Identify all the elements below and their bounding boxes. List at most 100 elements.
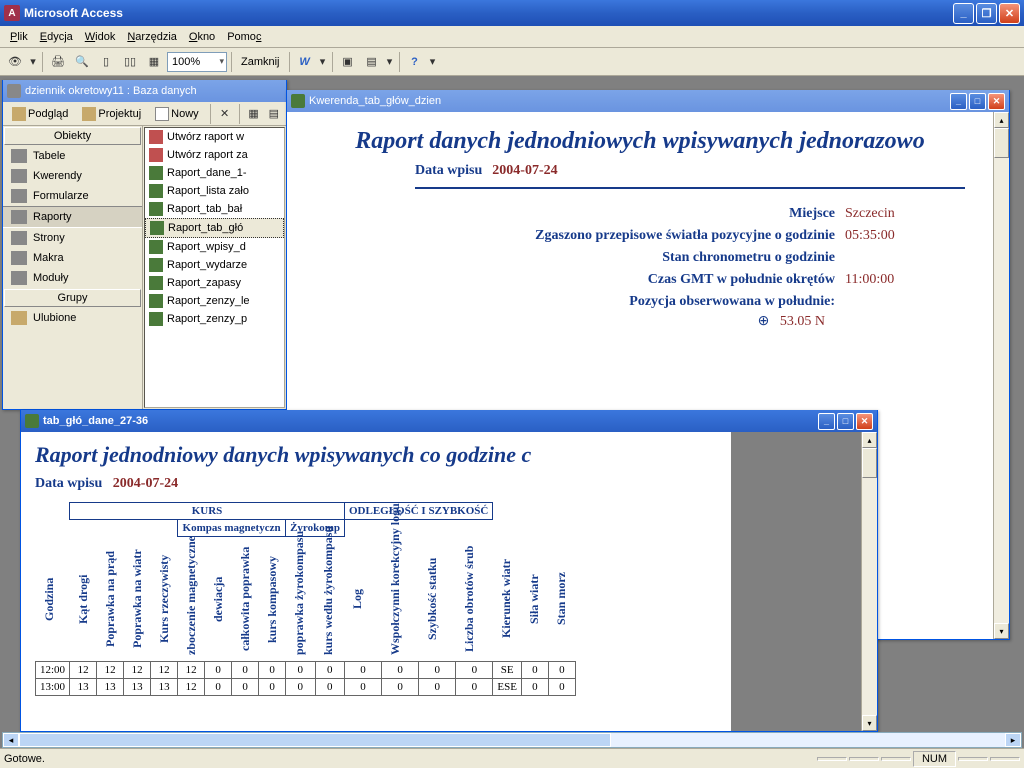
report-icon	[149, 240, 163, 254]
status-cell	[990, 757, 1020, 761]
view-button[interactable]: 👁	[4, 51, 26, 73]
table-cell: 0	[232, 662, 259, 679]
report-icon	[149, 184, 163, 198]
list-item[interactable]: Raport_zapasy	[145, 274, 284, 292]
menu-pomoc[interactable]: Pomoc	[221, 29, 267, 45]
small-icons-button[interactable]: ▤	[266, 103, 282, 125]
column-header: Siła wiatr	[525, 539, 544, 659]
sidebar-item-strony[interactable]: Strony	[3, 228, 142, 248]
list-item[interactable]: Raport_tab_głó	[145, 218, 284, 238]
report2-close-button[interactable]: ✕	[856, 413, 873, 430]
list-item[interactable]: Raport_lista zało	[145, 182, 284, 200]
table-cell: 0	[521, 679, 548, 696]
zoom-tool-button[interactable]: 🔍	[71, 51, 93, 73]
restore-button[interactable]: ❐	[976, 3, 997, 24]
report1-titlebar[interactable]: Kwerenda_tab_głów_dzien _ □ ✕	[287, 90, 1009, 112]
scroll-up-icon[interactable]: ▴	[862, 432, 877, 448]
table-cell: 12	[151, 662, 178, 679]
sidebar-item-formularze[interactable]: Formularze	[3, 186, 142, 206]
column-header: dewiacja	[209, 539, 228, 659]
office-links-dropdown[interactable]: ▾	[318, 51, 328, 73]
office-links-button[interactable]: W	[294, 51, 316, 73]
sidebar-item-ulubione[interactable]: Ulubione	[3, 308, 142, 328]
access-app-icon: A	[4, 5, 20, 21]
list-item[interactable]: Utwórz raport w	[145, 128, 284, 146]
scroll-thumb[interactable]	[19, 733, 611, 747]
sidebar-item-moduły[interactable]: Moduły	[3, 268, 142, 288]
object-type-icon	[11, 169, 27, 183]
report-row: Pozycja obserwowana w południe:	[375, 291, 965, 313]
sidebar-item-label: Tabele	[33, 150, 65, 162]
report2-vscroll[interactable]: ▴ ▾	[861, 432, 877, 731]
table-cell: 0	[548, 679, 575, 696]
row-label: Miejsce	[375, 206, 835, 222]
design-button[interactable]: Projektuj	[77, 105, 146, 123]
menu-narzedzia[interactable]: Narzędzia	[121, 29, 183, 45]
one-page-button[interactable]: ▯	[95, 51, 117, 73]
row-label: Stan chronometru o godzinie	[375, 250, 835, 266]
list-item[interactable]: Utwórz raport za	[145, 146, 284, 164]
report2-titlebar[interactable]: tab_głó_dane_27-36 _ □ ✕	[21, 410, 877, 432]
multi-page-button[interactable]: ▦	[143, 51, 165, 73]
menu-plik[interactable]: Plik	[4, 29, 34, 45]
sidebar-item-raporty[interactable]: Raporty	[3, 206, 142, 228]
new-button[interactable]: Nowy	[150, 105, 204, 123]
zoom-combo[interactable]: 100%	[167, 52, 227, 72]
database-titlebar[interactable]: dziennik okretowy11 : Baza danych	[3, 80, 286, 102]
minimize-button[interactable]: _	[953, 3, 974, 24]
report1-close-button[interactable]: ✕	[988, 93, 1005, 110]
report1-minimize-button[interactable]: _	[950, 93, 967, 110]
list-item[interactable]: Raport_zenzy_p	[145, 310, 284, 328]
list-item[interactable]: Raport_dane_1-	[145, 164, 284, 182]
scroll-down-icon[interactable]: ▾	[994, 623, 1009, 639]
help-dropdown[interactable]: ▾	[428, 51, 438, 73]
report1-maximize-button[interactable]: □	[969, 93, 986, 110]
preview-button[interactable]: Podgląd	[7, 105, 73, 123]
scroll-thumb[interactable]	[994, 128, 1009, 158]
new-object-dropdown[interactable]: ▾	[385, 51, 395, 73]
large-icons-button[interactable]: ▦	[245, 103, 261, 125]
list-item[interactable]: Raport_tab_bał	[145, 200, 284, 218]
report1-vscroll[interactable]: ▴ ▾	[993, 112, 1009, 639]
design-icon	[82, 107, 96, 121]
report2-minimize-button[interactable]: _	[818, 413, 835, 430]
group-odleglosc: ODLEGŁOŚĆ I SZYBKOŚĆ	[344, 503, 492, 520]
menu-widok[interactable]: Widok	[79, 29, 122, 45]
sidebar-item-tabele[interactable]: Tabele	[3, 146, 142, 166]
table-cell: 0	[382, 662, 419, 679]
two-page-button[interactable]: ▯▯	[119, 51, 141, 73]
report2-page: Raport jednodniowy danych wpisywanych co…	[21, 432, 731, 731]
menu-edycja[interactable]: Edycja	[34, 29, 79, 45]
list-item[interactable]: Raport_wydarze	[145, 256, 284, 274]
print-button[interactable]: 🖨	[47, 51, 69, 73]
report-icon	[149, 312, 163, 326]
report1-lat: 53.05 N	[780, 314, 825, 329]
scroll-left-icon[interactable]: ◂	[3, 733, 19, 747]
list-item-label: Raport_zenzy_p	[167, 313, 247, 325]
report-icon	[149, 130, 163, 144]
menu-okno[interactable]: Okno	[183, 29, 221, 45]
sidebar-item-kwerendy[interactable]: Kwerendy	[3, 166, 142, 186]
scroll-right-icon[interactable]: ▸	[1005, 733, 1021, 747]
report2-maximize-button[interactable]: □	[837, 413, 854, 430]
column-header: Liczba obrotów śrub	[460, 539, 479, 659]
mdi-workspace: dziennik okretowy11 : Baza danych Podglą…	[0, 76, 1024, 748]
view-dropdown[interactable]: ▾	[28, 51, 38, 73]
delete-button[interactable]: ✕	[216, 103, 232, 125]
report-icon	[149, 276, 163, 290]
scroll-thumb[interactable]	[862, 448, 877, 478]
status-cell	[817, 757, 847, 761]
list-item[interactable]: Raport_zenzy_le	[145, 292, 284, 310]
help-button[interactable]: ?	[404, 51, 426, 73]
database-window-button[interactable]: ▣	[337, 51, 359, 73]
close-preview-button[interactable]: Zamknij	[236, 55, 285, 69]
column-header: Kurs rzeczywisty	[155, 539, 174, 659]
new-object-button[interactable]: ▤	[361, 51, 383, 73]
menubar: Plik Edycja Widok Narzędzia Okno Pomoc	[0, 26, 1024, 48]
list-item[interactable]: Raport_wpisy_d	[145, 238, 284, 256]
close-button[interactable]: ✕	[999, 3, 1020, 24]
scroll-up-icon[interactable]: ▴	[994, 112, 1009, 128]
sidebar-item-makra[interactable]: Makra	[3, 248, 142, 268]
scroll-down-icon[interactable]: ▾	[862, 715, 877, 731]
workspace-hscroll[interactable]: ◂ ▸	[2, 732, 1022, 748]
